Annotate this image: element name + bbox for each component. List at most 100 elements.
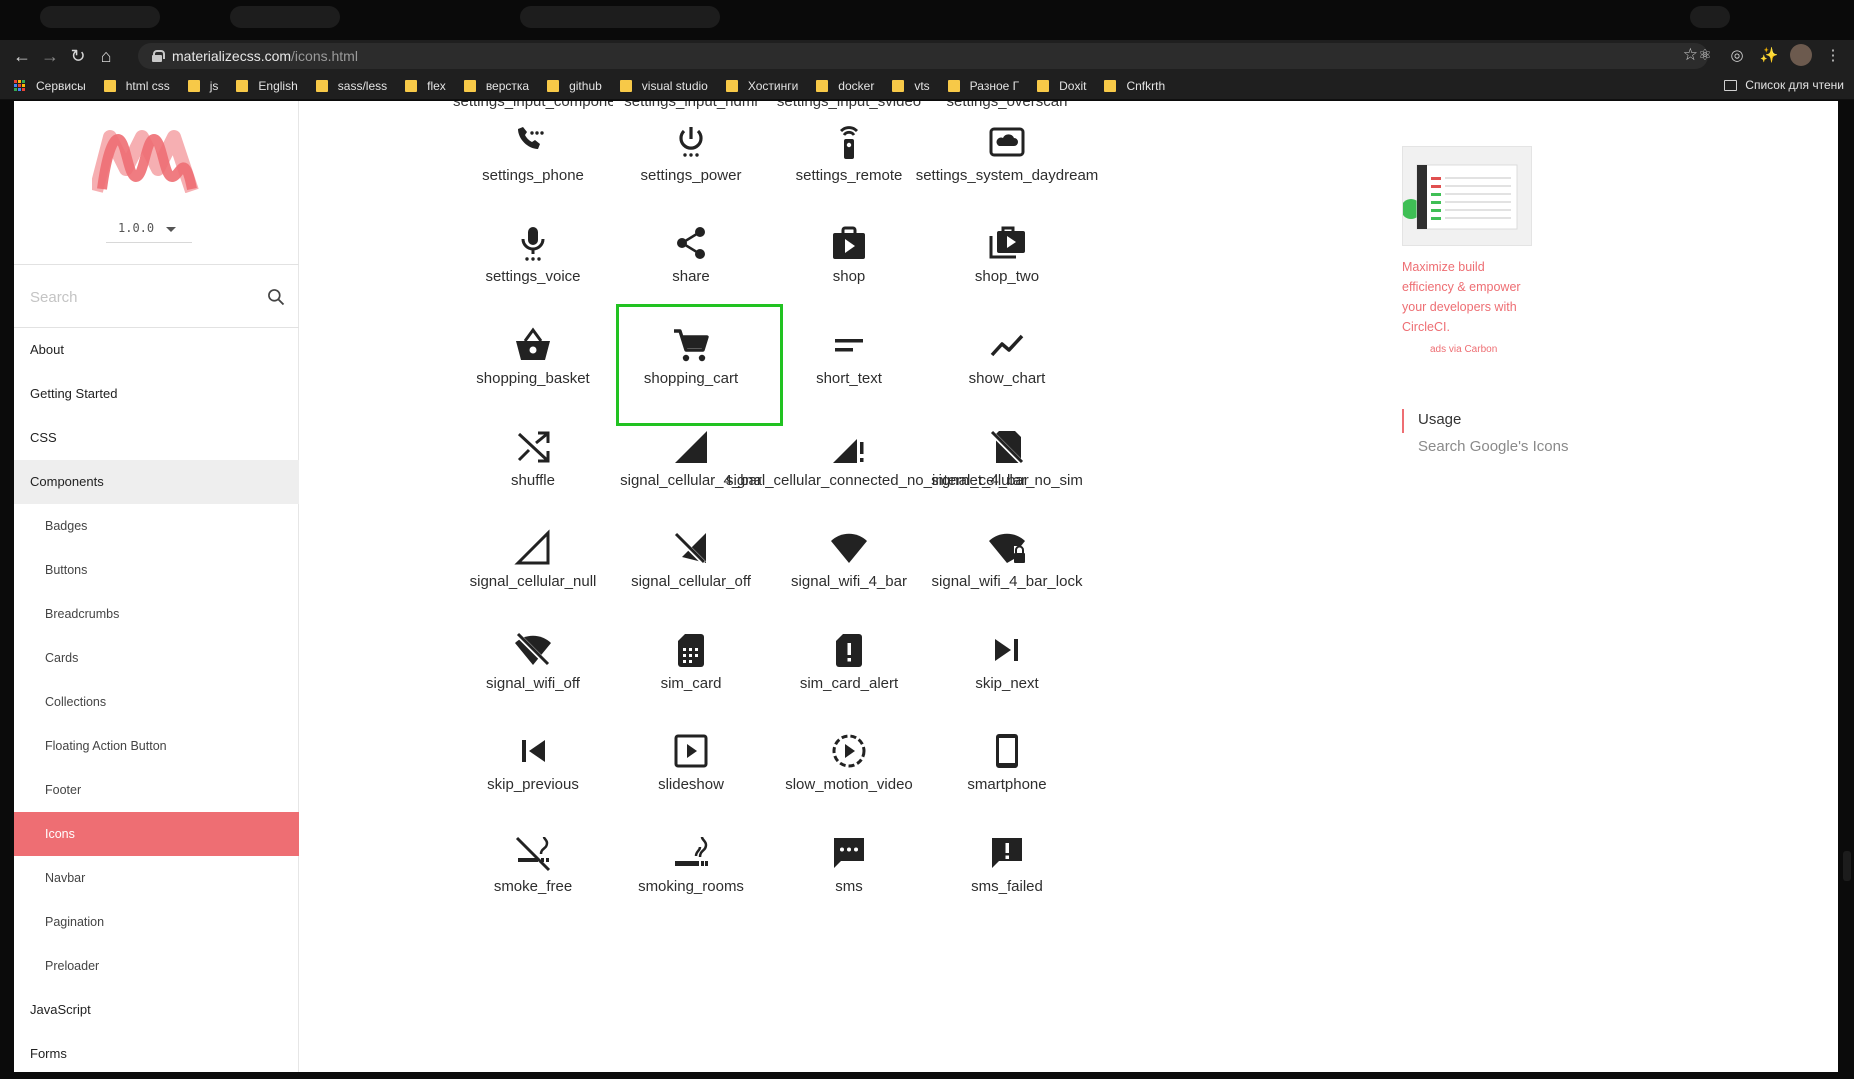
bookmark-item[interactable]: Разное Г	[947, 79, 1019, 93]
extensions-puzzle-icon[interactable]: ✨	[1758, 44, 1780, 66]
settings-voice-icon	[521, 227, 545, 261]
bookmark-item[interactable]: vts	[892, 79, 930, 93]
sidebar-item-preloader[interactable]: Preloader	[14, 944, 299, 988]
sidebar-item-footer[interactable]: Footer	[14, 768, 299, 812]
profile-avatar[interactable]	[1790, 44, 1812, 66]
menu-kebab-icon[interactable]: ⋮	[1822, 44, 1844, 66]
blurred-tab[interactable]	[40, 6, 160, 28]
materialize-logo[interactable]	[92, 129, 202, 193]
bookmark-label: Doxit	[1059, 78, 1087, 93]
icon-cell-sms-failed[interactable]: sms_failed	[914, 812, 1100, 932]
icon-label: signal_wifi_4_bar_lock	[931, 573, 1083, 590]
scrollbar-thumb[interactable]	[1843, 851, 1851, 881]
folder-icon	[1104, 79, 1117, 92]
sidebar-menu: About Getting Started CSS Components Badges B…	[14, 328, 299, 1072]
sidebar-item-cards[interactable]: Cards	[14, 636, 299, 680]
sidebar-item-javascript[interactable]: JavaScript	[14, 988, 299, 1032]
ads-via-carbon-link[interactable]: ads via Carbon	[1430, 344, 1497, 355]
ad-image[interactable]	[1402, 146, 1532, 246]
reading-list-label: Список для чтени	[1745, 78, 1844, 92]
icon-label: settings_system_daydream	[915, 167, 1099, 184]
sidebar-item-buttons[interactable]: Buttons	[14, 548, 299, 592]
reading-list-button[interactable]: Список для чтени	[1724, 78, 1844, 92]
react-devtools-icon[interactable]: ⚛	[1694, 44, 1716, 66]
bookmark-item[interactable]: docker	[816, 79, 874, 93]
settings-power-icon	[679, 127, 703, 157]
search-input[interactable]	[30, 285, 250, 309]
sidebar-item-getting-started[interactable]: Getting Started	[14, 372, 299, 416]
bookmark-label: Хостинги	[747, 78, 799, 93]
toc-usage-label: Usage	[1418, 411, 1462, 428]
blurred-tab[interactable]	[230, 6, 340, 28]
sidebar-item-about[interactable]: About	[14, 328, 299, 372]
sim-card-alert-icon	[836, 634, 862, 667]
signal-cellular-4-bar-icon	[675, 431, 707, 463]
folder-icon	[892, 79, 905, 92]
sim-card-icon	[678, 634, 704, 667]
bookmark-label: docker	[838, 78, 875, 93]
reading-list-icon	[1724, 79, 1738, 91]
signal-wifi-4-bar-icon	[831, 533, 867, 563]
settings-phone-icon	[518, 127, 544, 149]
bookmark-label: верстка	[485, 78, 530, 93]
blurred-tab[interactable]	[520, 6, 720, 28]
toc-usage-item[interactable]: Usage	[1402, 409, 1461, 433]
sidebar-item-forms[interactable]: Forms	[14, 1032, 299, 1072]
folder-icon	[103, 79, 116, 92]
bookmark-item[interactable]: Doxit	[1037, 79, 1086, 93]
extension-target-icon[interactable]: ◎	[1726, 44, 1748, 66]
folder-icon	[1037, 79, 1050, 92]
settings-remote-icon	[839, 126, 859, 159]
bookmark-item[interactable]: English	[236, 79, 298, 93]
sidebar-item-pagination[interactable]: Pagination	[14, 900, 299, 944]
sms-failed-icon	[992, 838, 1022, 868]
sidebar-item-floating-action-button[interactable]: Floating Action Button	[14, 724, 299, 768]
signal-cellular-connected-no-internet-4-bar-icon	[833, 439, 864, 463]
page-scrollbar[interactable]	[1840, 101, 1854, 1072]
bookmark-item[interactable]: Cnfkrth	[1104, 79, 1165, 93]
bookmark-item[interactable]: js	[187, 79, 218, 93]
search-icon[interactable]	[266, 287, 286, 307]
icon-label: smartphone	[967, 776, 1047, 793]
sidebar-item-badges[interactable]: Badges	[14, 504, 299, 548]
bookmark-item[interactable]: Сервисы	[14, 79, 86, 93]
url-host: materializecss.com	[172, 48, 292, 64]
caret-down-icon	[166, 227, 176, 232]
bookmark-label: Сервисы	[36, 78, 86, 93]
signal-cellular-off-icon	[674, 532, 706, 565]
shop-two-icon	[989, 226, 1025, 259]
sidebar-item-navbar[interactable]: Navbar	[14, 856, 299, 900]
version-select[interactable]: 1.0.0	[106, 215, 192, 243]
bookmark-item[interactable]: верстка	[463, 78, 530, 93]
sidebar-item-css[interactable]: CSS	[14, 416, 299, 460]
blurred-tab[interactable]	[1690, 6, 1730, 28]
shopping-basket-icon	[516, 327, 550, 360]
lock-icon[interactable]	[152, 50, 165, 62]
bookmark-item[interactable]: github	[547, 79, 602, 93]
sidebar-item-components[interactable]: Components	[14, 460, 299, 504]
sidebar-item-breadcrumbs[interactable]: Breadcrumbs	[14, 592, 299, 636]
ad-text-link[interactable]: Maximize build efficiency & empower your…	[1402, 257, 1538, 337]
folder-icon	[725, 79, 738, 92]
url-field[interactable]: materializecss.com/icons.html ☆	[138, 43, 1708, 69]
back-arrow-icon[interactable]: ←	[8, 42, 36, 70]
bookmark-label: Cnfkrth	[1126, 78, 1166, 93]
folder-icon	[816, 79, 829, 92]
bookmark-item[interactable]: sass/less	[315, 79, 387, 93]
folder-icon	[947, 79, 960, 92]
sidebar-item-collections[interactable]: Collections	[14, 680, 299, 724]
sidebar-item-icons[interactable]: Icons	[14, 812, 299, 856]
bookmark-item[interactable]: Хостинги	[725, 78, 799, 93]
bookmark-item[interactable]: flex	[405, 79, 446, 93]
home-icon[interactable]: ⌂	[92, 42, 120, 70]
folder-icon	[547, 79, 560, 92]
smartphone-icon	[996, 734, 1018, 768]
reload-icon[interactable]: ↻	[64, 42, 92, 70]
toc-search-icons-link[interactable]: Search Google's Icons	[1418, 438, 1568, 455]
bookmark-label: visual studio	[641, 78, 708, 93]
icon-label: shop_two	[974, 268, 1040, 285]
bookmark-item[interactable]: visual studio	[619, 78, 708, 93]
forward-arrow-icon[interactable]: →	[36, 42, 64, 70]
bookmark-item[interactable]: html css	[103, 79, 170, 93]
show-chart-icon	[990, 334, 1024, 357]
